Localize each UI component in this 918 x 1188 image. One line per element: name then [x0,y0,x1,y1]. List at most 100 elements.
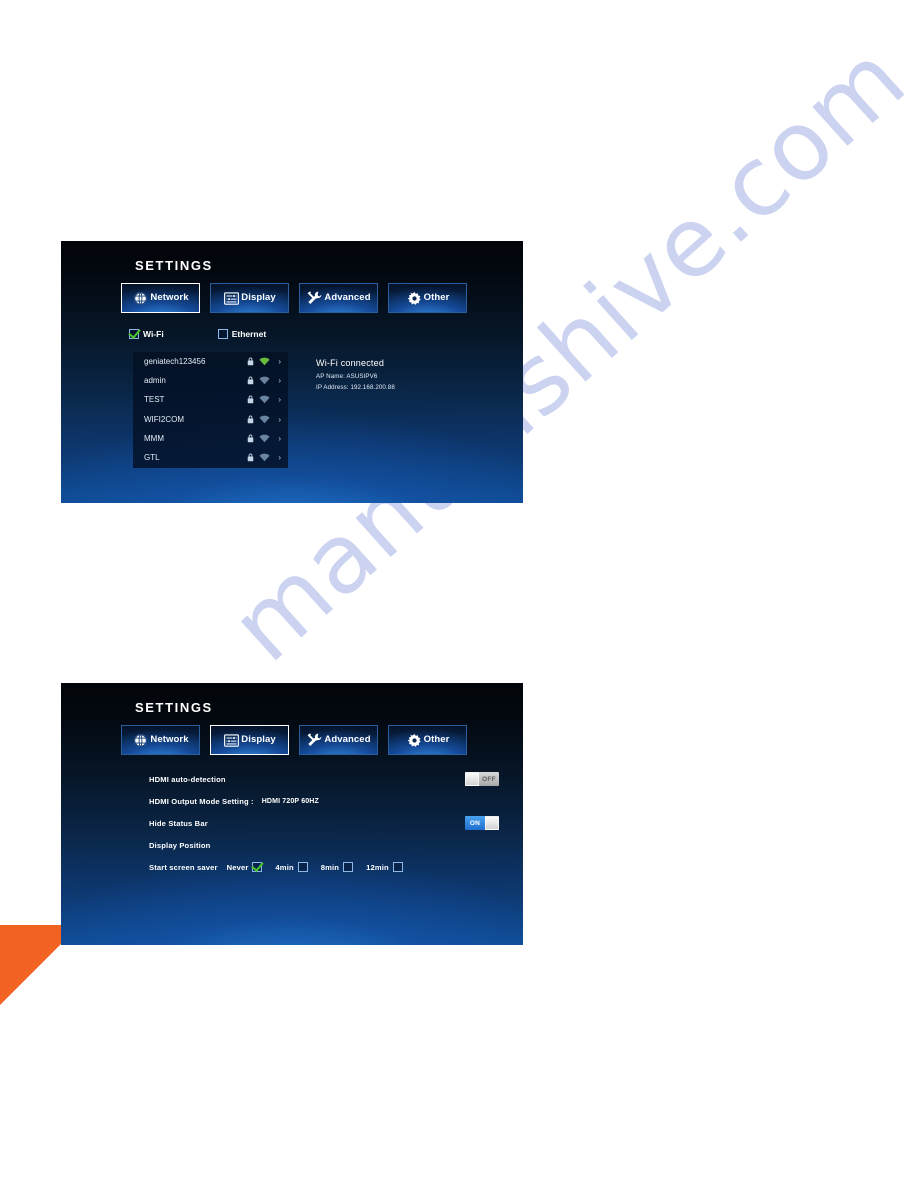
screen-saver-option-12min[interactable]: 12min [366,862,403,872]
sliders-icon [223,732,240,749]
setting-row-display-position[interactable]: Display Position [149,834,494,856]
lock-icon [246,453,255,462]
tab-network[interactable]: Network [121,283,200,313]
wifi-checkbox-label: Wi-Fi [143,329,164,339]
chevron-right-icon[interactable]: › [271,395,281,404]
list-item[interactable]: WIFI2COM › [133,410,288,429]
hdmi-auto-detection-label: HDMI auto-detection [149,774,226,784]
settings-tab-strip: Network Display Advanced Other [121,283,467,313]
gear-icon [406,732,423,749]
tab-display-label: Display [241,734,276,746]
wifi-ip-address: IP Address: 192.168.200.88 [316,384,395,391]
tab-network[interactable]: Network [121,725,200,755]
wifi-signal-icon [258,395,271,404]
settings-screen-network: SETTINGS Network Display Advanced Other … [61,241,523,503]
ethernet-checkbox-label: Ethernet [231,329,267,339]
toggle-knob [485,816,499,830]
tab-other-label: Other [423,292,450,304]
lock-icon [246,357,255,366]
tools-icon [306,732,323,749]
tools-icon [306,290,323,307]
hdmi-output-mode-value: HDMI 720P 60HZ [261,797,319,805]
screen-saver-4min-checkbox[interactable] [297,862,308,872]
globe-icon [132,732,149,749]
page-title: SETTINGS [135,258,213,273]
list-item[interactable]: TEST › [133,390,288,409]
connection-type-row: Wi-Fi Ethernet [129,329,266,339]
wifi-checkbox[interactable] [129,329,139,339]
list-item[interactable]: GTL › [133,448,288,467]
hide-status-bar-toggle[interactable]: ON [465,816,499,830]
screen-saver-option-8min[interactable]: 8min [320,862,354,872]
screen-saver-8min-checkbox[interactable] [343,862,354,872]
chevron-right-icon[interactable]: › [271,357,281,366]
screen-saver-12min-checkbox[interactable] [392,862,403,872]
screen-saver-option-8min-label: 8min [320,862,340,872]
hdmi-auto-detection-state: OFF [482,775,496,783]
screen-saver-option-4min[interactable]: 4min [275,862,308,872]
screen-saver-never-checkbox[interactable] [252,862,263,872]
tab-other[interactable]: Other [388,725,467,755]
connection-type-ethernet[interactable]: Ethernet [217,329,267,339]
wifi-signal-icon [258,415,271,424]
lock-icon [246,415,255,424]
settings-tab-strip: Network Display Advanced Other [121,725,467,755]
connection-type-wifi[interactable]: Wi-Fi [129,329,164,339]
setting-row-hide-status-bar: Hide Status Bar ON [149,812,499,834]
chevron-right-icon[interactable]: › [271,453,281,462]
tab-advanced-label: Advanced [324,734,371,746]
tab-display[interactable]: Display [210,725,289,755]
display-position-label: Display Position [149,840,211,850]
tab-display-label: Display [241,292,276,304]
page-watermark: manualshive.com [0,0,918,1188]
setting-row-hdmi-output-mode[interactable]: HDMI Output Mode Setting : HDMI 720P 60H… [149,790,494,812]
lock-icon [246,434,255,443]
wifi-ssid: GTL [144,453,160,463]
screen-saver-option-4min-label: 4min [275,862,294,872]
setting-row-hdmi-auto-detection: HDMI auto-detection OFF [149,768,499,790]
sliders-icon [223,290,240,307]
list-item[interactable]: admin › [133,371,288,390]
wifi-signal-icon [258,453,271,462]
wifi-signal-icon [258,376,271,385]
wifi-signal-icon [258,434,271,443]
lock-icon [246,376,255,385]
globe-icon [132,290,149,307]
list-item[interactable]: geniatech123456 › [133,352,288,371]
settings-screen-display: SETTINGS Network Display Advanced Other … [61,683,523,945]
tab-advanced[interactable]: Advanced [299,725,378,755]
hide-status-bar-state: ON [469,819,481,827]
gear-icon [406,290,423,307]
wifi-ssid: MMM [144,433,164,443]
hdmi-auto-detection-toggle[interactable]: OFF [465,772,499,786]
tab-display[interactable]: Display [210,283,289,313]
screen-saver-label: Start screen saver [149,862,218,872]
wifi-ssid: geniatech123456 [144,357,206,367]
screen-saver-option-never[interactable]: Never [227,862,263,872]
tab-network-label: Network [150,292,189,304]
setting-row-screen-saver: Start screen saver Never 4min 8min 12min [149,856,494,878]
chevron-right-icon[interactable]: › [271,415,281,424]
tab-other[interactable]: Other [388,283,467,313]
screen-saver-option-12min-label: 12min [366,862,389,872]
wifi-status-title: Wi-Fi connected [316,358,385,368]
wifi-status-panel: Wi-Fi connected AP Name: ASUSIPV6 IP Add… [316,358,395,395]
lock-icon [246,395,255,404]
tab-other-label: Other [423,734,450,746]
wifi-ap-name: AP Name: ASUSIPV6 [316,373,378,380]
wifi-network-list[interactable]: geniatech123456 › admin › TEST › WIFI2CO… [133,352,288,468]
ethernet-checkbox[interactable] [217,329,228,339]
chevron-right-icon[interactable]: › [271,376,281,385]
page-title: SETTINGS [135,700,213,715]
hide-status-bar-label: Hide Status Bar [149,818,208,828]
list-item[interactable]: MMM › [133,429,288,448]
tab-network-label: Network [150,734,189,746]
tab-advanced[interactable]: Advanced [299,283,378,313]
toggle-knob [465,772,479,786]
wifi-ssid: WIFI2COM [144,414,184,424]
tab-advanced-label: Advanced [324,292,371,304]
wifi-signal-icon [258,357,271,366]
wifi-ssid: TEST [144,395,165,405]
chevron-right-icon[interactable]: › [271,434,281,443]
hdmi-output-mode-label: HDMI Output Mode Setting : [149,796,254,806]
